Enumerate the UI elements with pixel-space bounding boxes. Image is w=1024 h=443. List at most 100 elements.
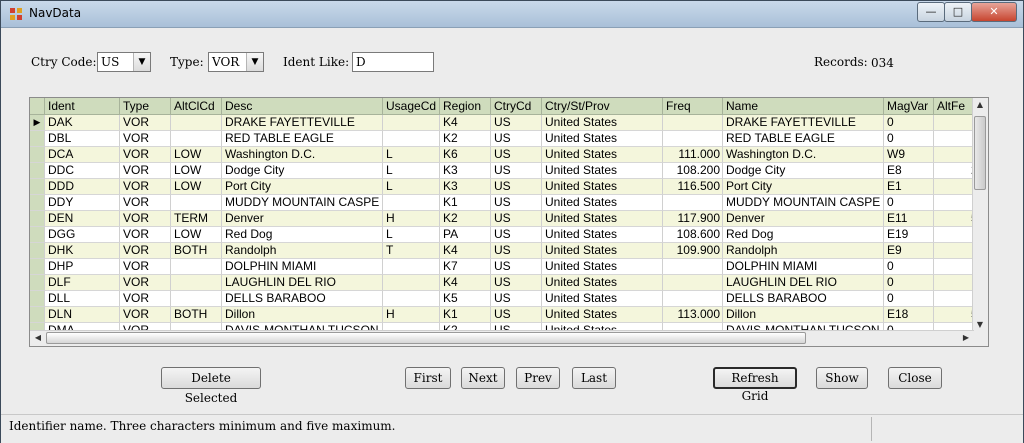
table-cell[interactable]: 116.500 [663,179,723,195]
table-cell[interactable]: 95 [934,227,974,243]
table-cell[interactable]: United States [542,147,663,163]
table-cell[interactable]: US [491,291,542,307]
table-cell[interactable]: 109.900 [663,243,723,259]
table-cell[interactable]: DDY [45,195,120,211]
type-select[interactable]: VOR ▼ [208,52,264,72]
table-cell[interactable]: 256 [934,163,974,179]
table-cell[interactable]: Washington D.C. [222,147,383,163]
table-cell[interactable]: L [383,179,440,195]
ctry-code-select[interactable]: US ▼ [97,52,151,72]
row-selector[interactable] [30,259,45,275]
table-cell[interactable]: 117.900 [663,211,723,227]
column-header[interactable]: CtryCd [491,98,542,115]
table-cell[interactable]: BOTH [171,307,222,323]
table-cell[interactable]: TERM [171,211,222,227]
row-selector[interactable] [30,307,45,323]
table-cell[interactable]: K2 [440,211,491,227]
chevron-down-icon[interactable]: ▼ [246,53,263,71]
table-cell[interactable]: US [491,227,542,243]
show-button[interactable]: Show [816,367,868,389]
table-row[interactable]: DLN VOR BOTH Dillon H K1 US United States 113.00… [30,307,974,323]
table-cell[interactable]: L [383,227,440,243]
table-cell[interactable]: 0 [884,115,934,131]
table-row[interactable]: DGG VOR LOW Red Dog L PA US United States 108.60… [30,227,974,243]
table-cell[interactable]: VOR [120,131,171,147]
horizontal-scroll-thumb[interactable] [46,332,806,344]
table-cell[interactable] [171,275,222,291]
table-cell[interactable]: DLN [45,307,120,323]
table-cell[interactable]: Red Dog [723,227,884,243]
table-cell[interactable]: Red Dog [222,227,383,243]
table-cell[interactable]: DRAKE FAYETTEVILLE [222,115,383,131]
column-header[interactable]: Ident [45,98,120,115]
table-cell[interactable]: US [491,131,542,147]
table-cell[interactable]: Dodge City [222,163,383,179]
table-cell[interactable]: K4 [440,115,491,131]
table-cell[interactable]: VOR [120,179,171,195]
table-cell[interactable]: BOTH [171,243,222,259]
table-cell[interactable] [383,259,440,275]
table-cell[interactable]: LOW [171,163,222,179]
table-cell[interactable] [383,131,440,147]
table-cell[interactable]: United States [542,115,663,131]
table-cell[interactable]: VOR [120,227,171,243]
table-cell[interactable]: L [383,163,440,179]
row-selector[interactable] [30,243,45,259]
table-cell[interactable]: E11 [884,211,934,227]
table-cell[interactable] [663,195,723,211]
first-button[interactable]: First [405,367,451,389]
scroll-down-icon[interactable]: ▼ [973,318,987,332]
table-cell[interactable]: Dodge City [723,163,884,179]
table-cell[interactable]: VOR [120,259,171,275]
table-cell[interactable]: DDC [45,163,120,179]
table-cell[interactable]: MUDDY MOUNTAIN CASPE [222,195,383,211]
table-row[interactable]: DEN VOR TERM Denver H K2 US United States 117.90… [30,211,974,227]
column-header[interactable]: AltClCd [171,98,222,115]
table-cell[interactable]: DELLS BARABOO [723,291,884,307]
table-row[interactable]: DCA VOR LOW Washington D.C. L K6 US United Stat… [30,147,974,163]
table-cell[interactable]: DCA [45,147,120,163]
refresh-grid-button[interactable]: Refresh Grid [713,367,797,403]
delete-selected-button[interactable]: Delete Selected [161,367,261,405]
table-cell[interactable]: VOR [120,291,171,307]
table-row[interactable]: DDD VOR LOW Port City L K3 US United States 116.… [30,179,974,195]
table-cell[interactable]: Dillon [723,307,884,323]
vertical-scroll-thumb[interactable] [974,116,986,190]
table-row[interactable]: ▶ DAK VOR DRAKE FAYETTEVILLE K4 US United Stat… [30,115,974,131]
table-cell[interactable]: 526 [934,307,974,323]
table-row[interactable]: DBL VOR RED TABLE EAGLE K2 US United States RE… [30,131,974,147]
table-cell[interactable]: DBL [45,131,120,147]
table-cell[interactable]: K3 [440,163,491,179]
column-header[interactable]: Name [723,98,884,115]
table-row[interactable]: DDY VOR MUDDY MOUNTAIN CASPE K1 US United Sta… [30,195,974,211]
table-cell[interactable]: US [491,179,542,195]
table-cell[interactable]: US [491,275,542,291]
row-selector[interactable] [30,195,45,211]
table-cell[interactable]: Washington D.C. [723,147,884,163]
row-selector[interactable] [30,227,45,243]
table-cell[interactable] [171,259,222,275]
table-cell[interactable] [934,259,974,275]
vertical-scrollbar[interactable]: ▲ ▼ [972,98,988,332]
table-cell[interactable]: K1 [440,307,491,323]
table-cell[interactable]: LAUGHLIN DEL RIO [723,275,884,291]
table-cell[interactable]: 0 [884,259,934,275]
row-selector[interactable] [30,163,45,179]
table-cell[interactable]: 0 [884,195,934,211]
row-pointer-icon[interactable]: ▶ [30,115,45,131]
table-cell[interactable]: United States [542,163,663,179]
column-header[interactable]: AltFe [934,98,974,115]
table-cell[interactable] [663,115,723,131]
maximize-button[interactable]: □ [944,2,972,22]
table-row[interactable]: DLF VOR LAUGHLIN DEL RIO K4 US United States L… [30,275,974,291]
table-cell[interactable]: DOLPHIN MIAMI [723,259,884,275]
scroll-right-icon[interactable]: ▶ [959,331,973,345]
table-cell[interactable]: Dillon [222,307,383,323]
table-cell[interactable]: LAUGHLIN DEL RIO [222,275,383,291]
table-cell[interactable] [171,195,222,211]
table-cell[interactable] [934,195,974,211]
table-cell[interactable]: H [383,307,440,323]
row-selector[interactable] [30,179,45,195]
table-cell[interactable] [383,291,440,307]
table-cell[interactable]: United States [542,227,663,243]
